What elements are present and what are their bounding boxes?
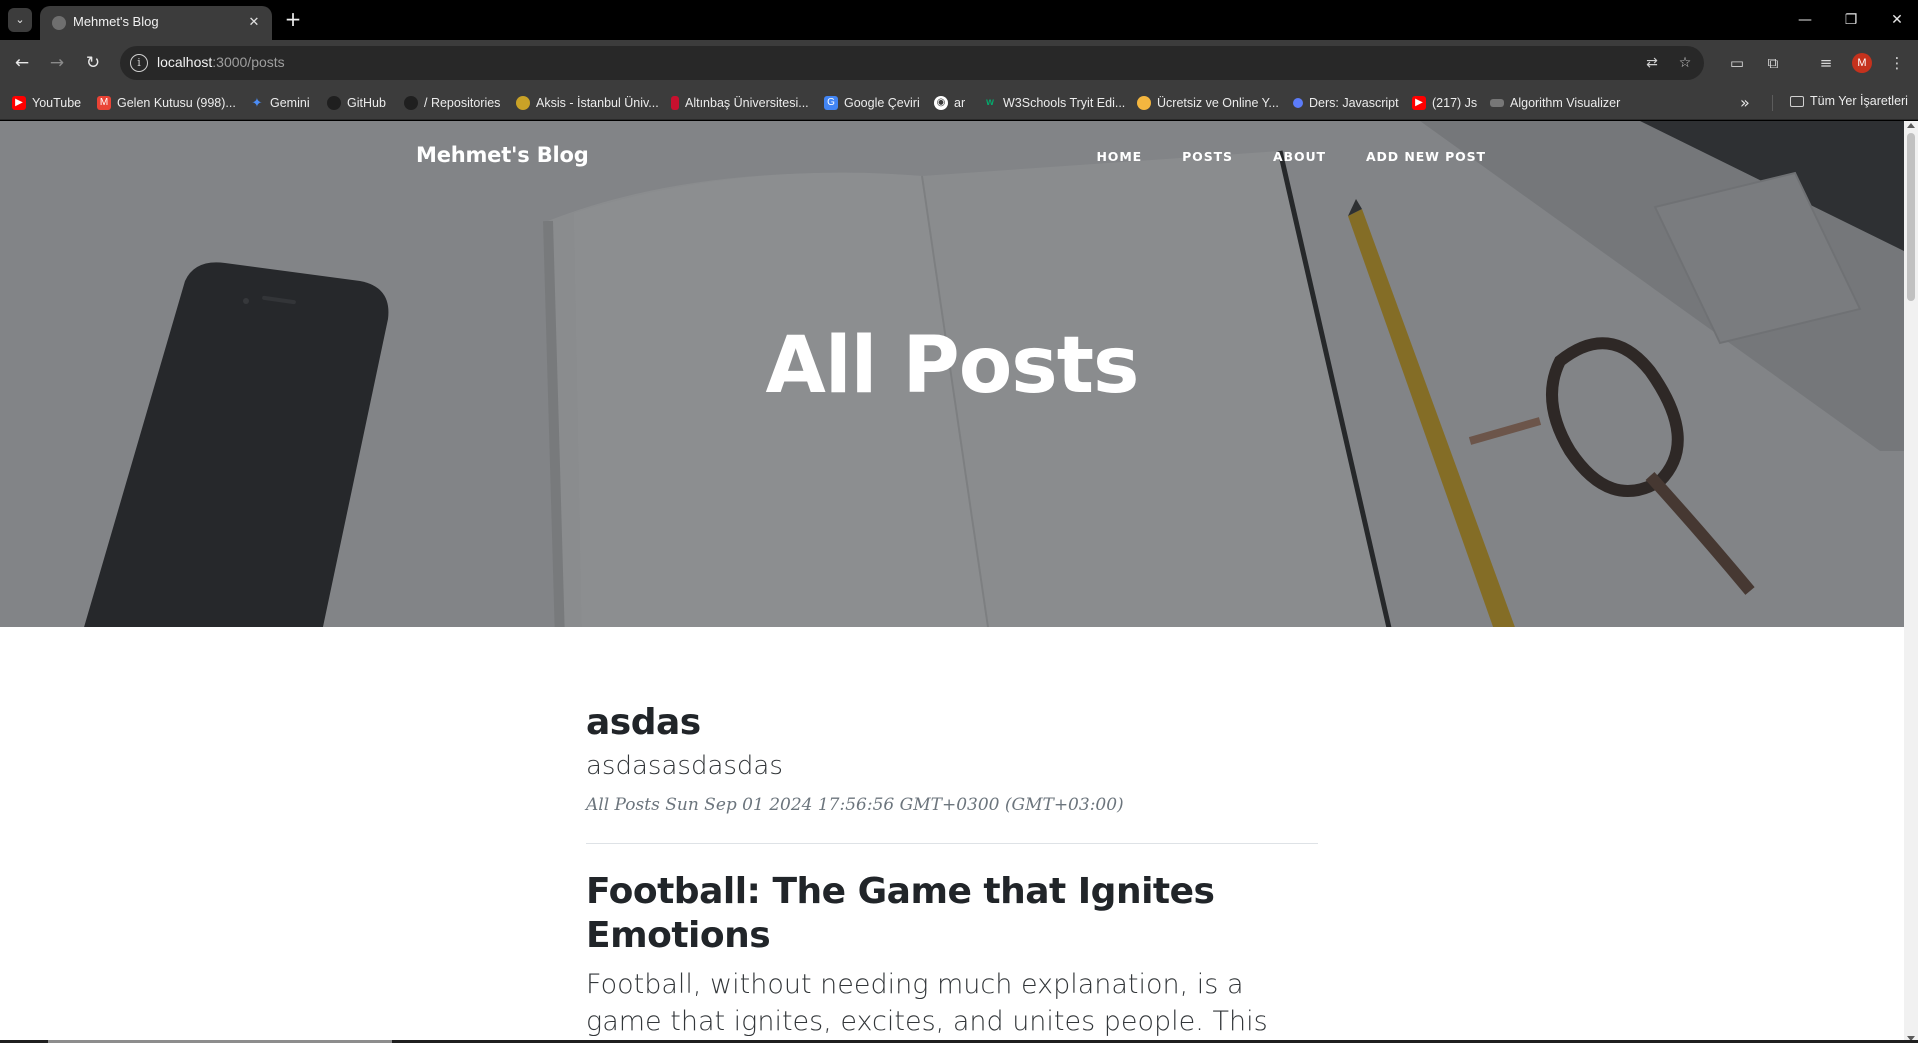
site-brand-link[interactable]: Mehmet's Blog [416,143,589,167]
url-host: localhost [157,54,213,70]
bookmark-label: Ücretsiz ve Online Y... [1157,96,1279,110]
page-scrollbar[interactable] [1904,121,1918,1043]
post-subtitle[interactable]: Football, without needing much explanati… [586,966,1318,1043]
bookmark-gemini[interactable]: ✦ Gemini [250,94,310,112]
post-title[interactable]: Football: The Game that Ignites Emotions [586,870,1318,958]
scroll-thumb[interactable] [1907,133,1915,301]
post-preview[interactable]: Football: The Game that Ignites Emotions… [586,870,1318,1043]
bookmark-label: / Repositories [424,96,501,110]
bookmark-label: ar [954,96,966,110]
folder-icon [1790,95,1804,107]
w3schools-icon: w [986,97,994,108]
bookmark-label: Ders: Javascript [1309,96,1399,110]
back-button[interactable]: ← [10,51,34,75]
post-preview[interactable]: asdas asdasasdasdas All Posts Sun Sep 01… [586,701,1318,815]
close-window-button[interactable]: ✕ [1882,8,1912,32]
bookmark-ar[interactable]: ◉ ar [934,94,965,112]
bookmark-label: Algorithm Visualizer [1510,96,1621,110]
bookmark-gmail[interactable]: M Gelen Kutusu (998)... [97,94,236,112]
bookmark-label: Gelen Kutusu (998)... [117,96,236,110]
bookmark-label: W3Schools Tryit Edi... [1003,96,1126,110]
gmail-icon: M [97,96,111,110]
university-icon [516,96,530,110]
extensions-icon[interactable]: ⧉ [1762,52,1784,74]
masthead: Mehmet's Blog Home Posts About Add New P… [0,121,1904,627]
bookmark-altinbas[interactable]: Altınbaş Üniversitesi... [671,94,809,112]
github-icon [404,96,418,110]
url-text[interactable]: localhost:3000/posts [157,54,285,70]
bookmarks-bar: ▶ YouTube M Gelen Kutusu (998)... ✦ Gemini … [0,86,1918,120]
globe-icon: ◉ [934,96,948,110]
new-tab-button[interactable]: + [282,9,304,31]
bookmark-label: YouTube [32,96,82,110]
github-icon [327,96,341,110]
nav-home-link[interactable]: Home [1096,149,1142,164]
reload-button[interactable]: ↻ [81,51,105,75]
translate-icon[interactable]: ⇄ [1642,53,1662,73]
nav-about-link[interactable]: About [1273,149,1326,164]
scroll-up-arrow-icon[interactable] [1907,123,1915,128]
tab-title: Mehmet's Blog [73,14,159,29]
tab-favicon-icon [52,16,66,30]
university-icon [671,96,679,110]
youtube-icon: ▶ [1412,96,1426,110]
bookmark-github[interactable]: GitHub [327,94,386,112]
bookmark-label: GitHub [347,96,386,110]
tab-strip: ⌄ Mehmet's Blog ✕ + — ❐ ✕ [0,0,1918,40]
main-nav: Home Posts About Add New Post [1096,149,1486,164]
bookmark-js[interactable]: ▶ (217) Js [1412,94,1477,112]
bookmark-star-icon[interactable]: ☆ [1675,53,1695,73]
url-path: :3000/posts [212,54,285,70]
cast-icon[interactable]: ▭ [1726,52,1748,74]
tab-search-button[interactable]: ⌄ [8,8,32,32]
browser-menu-icon[interactable]: ⋮ [1886,52,1908,74]
bookmark-ders-javascript[interactable]: Ders: Javascript [1293,94,1399,112]
bookmark-youtube[interactable]: ▶ YouTube [12,94,81,112]
post-meta: All Posts Sun Sep 01 2024 17:56:56 GMT+0… [586,795,1124,815]
bookmark-w3schools[interactable]: w W3Schools Tryit Edi... [983,94,1125,112]
bookmark-label: Altınbaş Üniversitesi... [685,96,809,110]
all-bookmarks-button[interactable]: Tüm Yer İşaretleri [1790,94,1908,108]
forward-button[interactable]: → [45,51,69,75]
bookmark-algorithm-visualizer[interactable]: Algorithm Visualizer [1490,94,1620,112]
youtube-icon: ▶ [12,96,26,110]
post-subtitle[interactable]: asdasasdasdas [586,749,1318,783]
page-viewport: Mehmet's Blog Home Posts About Add New P… [0,121,1904,1043]
bookmark-google-ceviri[interactable]: G Google Çeviri [824,94,920,112]
all-bookmarks-label: Tüm Yer İşaretleri [1810,94,1908,108]
profile-avatar[interactable]: M [1852,53,1872,73]
post-title[interactable]: asdas [586,701,1318,745]
bookmark-repositories[interactable]: / Repositories [404,94,500,112]
close-tab-icon[interactable]: ✕ [244,13,264,33]
restore-button[interactable]: ❐ [1836,8,1866,32]
bookmark-ucretsiz[interactable]: Ücretsiz ve Online Y... [1137,94,1279,112]
more-bookmarks-chevron-icon[interactable]: » [1740,94,1750,112]
address-bar[interactable]: i localhost:3000/posts ⇄ ☆ [120,46,1704,80]
circle-icon [1293,98,1303,108]
minimize-button[interactable]: — [1790,8,1820,32]
translate-icon: G [824,96,838,110]
app-icon [1490,99,1504,107]
bookmark-label: (217) Js [1432,96,1478,110]
bookmark-label: Google Çeviri [844,96,920,110]
nav-posts-link[interactable]: Posts [1182,149,1233,164]
gemini-icon: ✦ [251,95,263,110]
active-tab[interactable]: Mehmet's Blog ✕ [40,6,272,40]
bookmark-label: Gemini [270,96,310,110]
browser-toolbar: ← → ↻ i localhost:3000/posts ⇄ ☆ ▭ ⧉ ≡ M… [0,40,1918,86]
page-title: All Posts [765,321,1140,411]
bookmarks-divider [1772,95,1773,111]
nav-add-new-post-link[interactable]: Add New Post [1366,149,1486,164]
circle-icon [1137,96,1151,110]
media-controls-icon[interactable]: ≡ [1815,52,1837,74]
bookmark-label: Aksis - İstanbul Üniv... [536,96,659,110]
posts-list: asdas asdasasdasdas All Posts Sun Sep 01… [586,701,1318,1043]
post-divider [586,843,1318,844]
bookmark-aksis[interactable]: Aksis - İstanbul Üniv... [516,94,659,112]
site-info-icon[interactable]: i [130,54,148,72]
